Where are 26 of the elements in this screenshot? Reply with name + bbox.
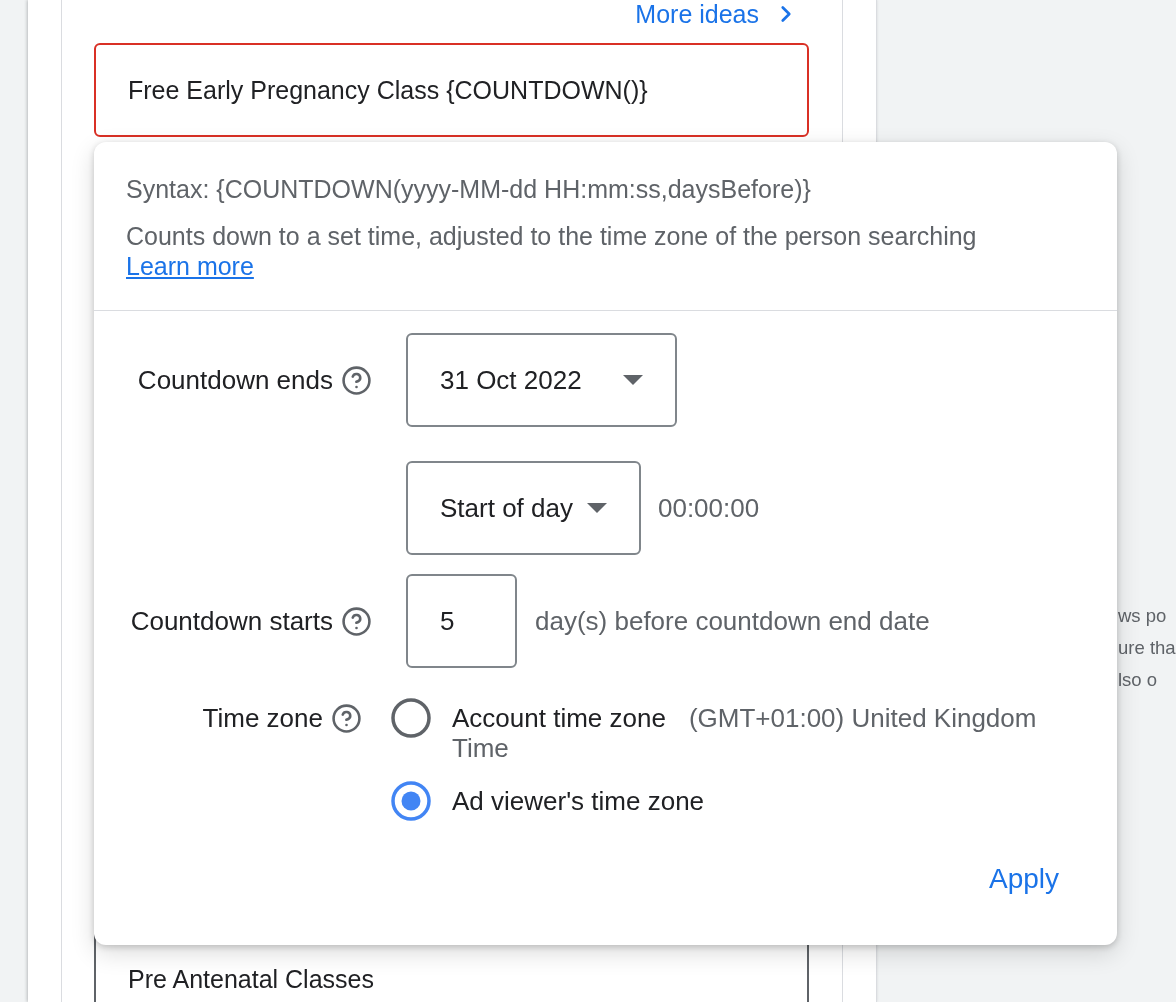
more-ideas-link[interactable]: More ideas bbox=[635, 0, 799, 28]
caret-down-icon bbox=[586, 503, 607, 513]
partial-help-text: ure tha bbox=[1118, 636, 1176, 660]
syntax-text: Syntax: {COUNTDOWN(yyyy-MM-dd HH:mm:ss,daysBefore)} bbox=[126, 175, 812, 203]
radio-button[interactable] bbox=[391, 781, 431, 821]
time-of-day-dropdown[interactable]: Start of day bbox=[406, 461, 641, 555]
date-dropdown[interactable]: 31 Oct 2022 bbox=[406, 333, 677, 427]
help-icon[interactable] bbox=[331, 702, 362, 734]
partial-help-text: ws po bbox=[1118, 604, 1167, 628]
time-text: 00:00:00 bbox=[657, 493, 760, 523]
radio-label: Ad viewer's time zone bbox=[452, 785, 705, 816]
days-input-field[interactable]: 5 bbox=[406, 574, 517, 668]
headline-input-field[interactable]: Free Early Pregnancy Class {COUNTDOWN()} bbox=[94, 43, 809, 137]
field-label: Time zone bbox=[202, 703, 323, 733]
days-suffix-text: day(s) before countdown end date bbox=[535, 606, 930, 636]
learn-more-link[interactable]: Learn more bbox=[126, 252, 254, 280]
radio-button[interactable] bbox=[391, 698, 431, 738]
apply-button[interactable]: Apply bbox=[976, 855, 1071, 903]
partial-help-text: lso o bbox=[1118, 668, 1158, 692]
caret-down-icon bbox=[623, 375, 643, 385]
description-text: Counts down to a set time, adjusted to the time zone of the person searching Learn more bbox=[126, 221, 978, 281]
help-icon[interactable] bbox=[341, 605, 372, 637]
field-label: Countdown starts bbox=[130, 606, 333, 636]
help-icon[interactable] bbox=[341, 364, 372, 396]
radio-label: Account time zone (GMT+01:00) United Kingdom Time bbox=[452, 702, 1038, 763]
field-label: Countdown ends bbox=[137, 365, 333, 395]
